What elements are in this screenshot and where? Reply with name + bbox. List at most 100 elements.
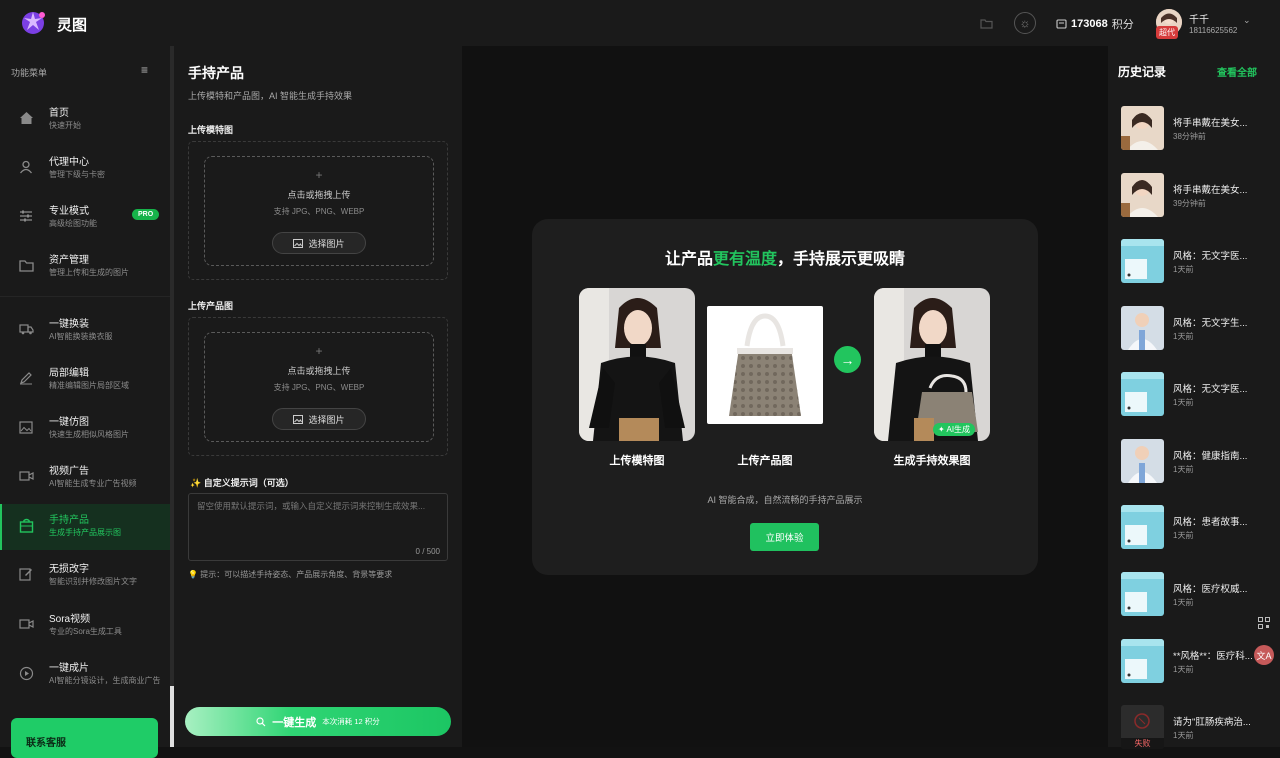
sidebar-item-9[interactable]: 无损改字智能识别并修改图片文字 xyxy=(0,553,170,599)
history-thumbnail[interactable]: 失败 xyxy=(1121,705,1164,749)
sidebar-item-8[interactable]: 手持产品 生成手持产品展示图 xyxy=(0,504,170,550)
form-panel: 手持产品 上传模特和产品图，AI 智能生成手持效果 上传模特图 + 点击或拖拽上… xyxy=(174,46,462,747)
sidebar-item-title: 无损改字 xyxy=(49,564,89,575)
sidebar-item-10[interactable]: Sora视频 专业的Sora生成工具 xyxy=(0,603,170,649)
history-thumbnail[interactable] xyxy=(1121,306,1164,350)
history-item[interactable]: 风格：健康指南... 1天前 xyxy=(1121,439,1271,484)
qr-code-icon[interactable] xyxy=(1256,615,1272,631)
camera-icon xyxy=(17,615,35,633)
sidebar-item-5[interactable]: 局部编辑 精准编辑图片局部区域 xyxy=(0,357,170,403)
history-thumbnail[interactable] xyxy=(1121,372,1164,416)
sidebar-item-title: 手持产品 xyxy=(49,515,89,526)
prompt-label: ✨ 自定义提示词（可选） xyxy=(190,476,294,489)
ai-generated-badge: ✦ AI生成 xyxy=(933,423,976,436)
sidebar-item-11[interactable]: 一键成片 AI智能分镜设计，生成商业广告 xyxy=(0,652,170,698)
sidebar-item-7[interactable]: 视频广告 AI智能生成专业广告视频 xyxy=(0,455,170,501)
history-item[interactable]: 风格：患者故事... 1天前 xyxy=(1121,505,1271,550)
history-item-name: 将手串戴在美女... xyxy=(1173,185,1248,196)
model-pick-button[interactable]: 选择图片 xyxy=(272,232,366,254)
sidebar-item-title: 视频广告 xyxy=(49,466,89,477)
sidebar-item-title: Sora视频 xyxy=(49,614,91,625)
history-item-name: 风格：患者故事... xyxy=(1173,517,1248,528)
generate-cost: 本次消耗 12 积分 xyxy=(322,717,380,726)
history-item[interactable]: **风格**：医疗科... 1天前 xyxy=(1121,639,1271,684)
sidebar-item-subtitle: 智能识别并修改图片文字 xyxy=(49,577,137,586)
folder-icon[interactable] xyxy=(975,12,997,34)
product-pick-button[interactable]: 选择图片 xyxy=(272,408,366,430)
prompt-textarea[interactable]: 留空使用默认提示词，或输入自定义提示词来控制生成效果... 0 / 500 xyxy=(188,493,448,561)
sidebar-header: 功能菜单 xyxy=(11,68,48,78)
sun-icon[interactable]: ☼ xyxy=(1014,12,1036,34)
video-icon xyxy=(17,467,35,485)
sidebar-item-3[interactable]: 资产管理 管理上传和生成的图片 xyxy=(0,244,170,290)
bulb-icon: 💡 xyxy=(188,570,198,579)
history-item[interactable]: 风格：无文字医... 1天前 xyxy=(1121,239,1271,284)
history-item[interactable]: 风格：医疗权威... 1天前 xyxy=(1121,572,1271,617)
try-now-button[interactable]: 立即体验 xyxy=(750,523,819,551)
generate-button[interactable]: 一键生成 本次消耗 12 积分 xyxy=(185,707,451,736)
sidebar: 功能菜单 ≡ 首页 快速开始 代理中心 管理下级与卡密 专业模式 高级绘图功能 PRO 资产管… xyxy=(0,46,170,758)
user-icon xyxy=(17,158,35,176)
plus-icon: + xyxy=(315,344,323,358)
credits-display[interactable]: 173068 积分 xyxy=(1056,16,1134,32)
sidebar-item-title: 局部编辑 xyxy=(49,368,89,379)
history-title: 历史记录 xyxy=(1118,65,1167,79)
user-phone: 18116625562 xyxy=(1189,26,1238,35)
translate-icon[interactable]: 文A xyxy=(1254,645,1274,665)
sidebar-item-4[interactable]: 一键换装 AI智能换装换衣服 xyxy=(0,308,170,354)
history-item-name: 请为"肛肠疾病治... xyxy=(1173,717,1251,728)
history-item[interactable]: 风格：无文字生... 1天前 xyxy=(1121,306,1271,351)
demo-result-image: ✦ AI生成 xyxy=(874,288,990,441)
demo-title-pre: 让产品 xyxy=(664,251,713,268)
chevron-down-icon[interactable]: ⌄ xyxy=(1243,15,1251,26)
history-thumbnail[interactable] xyxy=(1121,639,1164,683)
sidebar-item-0[interactable]: 首页 快速开始 xyxy=(0,97,170,143)
caption-result: 生成手持效果图 xyxy=(893,455,971,467)
support-button[interactable]: 联系客服 xyxy=(11,718,158,758)
demo-title-highlight: 更有温度 xyxy=(712,251,777,268)
history-item-time: 1天前 xyxy=(1173,398,1194,407)
home-icon xyxy=(17,109,35,127)
view-all-link[interactable]: 查看全部 xyxy=(1217,64,1257,79)
app-logo-icon[interactable] xyxy=(18,8,48,38)
history-item-name: 风格：无文字医... xyxy=(1173,384,1248,395)
sidebar-item-6[interactable]: 一键仿图 快速生成相似风格图片 xyxy=(0,406,170,452)
menu-toggle-icon[interactable]: ≡ xyxy=(141,63,148,77)
history-item[interactable]: 风格：无文字医... 1天前 xyxy=(1121,372,1271,417)
history-thumbnail[interactable] xyxy=(1121,572,1164,616)
history-item-name: 风格：无文字医... xyxy=(1173,251,1248,262)
model-upload-label: 上传模特图 xyxy=(188,125,234,135)
play-icon xyxy=(17,664,35,682)
model-upload-area[interactable]: + 点击或拖拽上传 支持 JPG、PNG、WEBP 选择图片 xyxy=(188,141,448,280)
history-item-time: 1天前 xyxy=(1173,465,1194,474)
history-item-time: 1天前 xyxy=(1173,531,1194,540)
upload-hint: 支持 JPG、PNG、WEBP xyxy=(273,383,365,392)
product-upload-area[interactable]: + 点击或拖拽上传 支持 JPG、PNG、WEBP 选择图片 xyxy=(188,317,448,456)
app-name: 灵图 xyxy=(57,17,88,34)
caption-model: 上传模特图 xyxy=(609,455,665,467)
sidebar-item-title: 首页 xyxy=(49,108,69,119)
product-dropzone[interactable]: + 点击或拖拽上传 支持 JPG、PNG、WEBP 选择图片 xyxy=(204,332,434,442)
truck-icon xyxy=(17,320,35,338)
history-thumbnail[interactable] xyxy=(1121,439,1164,483)
prompt-label-text: 自定义提示词（可选） xyxy=(203,478,294,488)
history-thumbnail[interactable] xyxy=(1121,106,1164,150)
upload-text: 点击或拖拽上传 xyxy=(287,190,351,200)
history-item[interactable]: 将手串戴在美女... 38分钟前 xyxy=(1121,106,1271,151)
sidebar-item-1[interactable]: 代理中心 管理下级与卡密 xyxy=(0,146,170,192)
sidebar-item-title: 专业模式 xyxy=(49,206,89,217)
plus-icon: + xyxy=(315,168,323,182)
history-thumbnail[interactable] xyxy=(1121,505,1164,549)
credits-value: 173068 xyxy=(1071,18,1108,30)
sidebar-item-subtitle: 管理上传和生成的图片 xyxy=(49,268,129,277)
history-thumbnail[interactable] xyxy=(1121,239,1164,283)
history-item[interactable]: 将手串戴在美女... 39分钟前 xyxy=(1121,173,1271,218)
sidebar-item-subtitle: 快速开始 xyxy=(49,121,81,130)
folder-icon xyxy=(17,256,35,274)
sparkle-icon: ✦ xyxy=(938,425,945,434)
history-thumbnail[interactable] xyxy=(1121,173,1164,217)
prompt-tip-text: 提示：可以描述手持姿态、产品展示角度、背景等要求 xyxy=(200,570,393,579)
model-dropzone[interactable]: + 点击或拖拽上传 支持 JPG、PNG、WEBP 选择图片 xyxy=(204,156,434,266)
history-item[interactable]: 失败 请为"肛肠疾病治... 1天前 xyxy=(1121,705,1271,750)
history-item-name: 风格：无文字生... xyxy=(1173,318,1248,329)
